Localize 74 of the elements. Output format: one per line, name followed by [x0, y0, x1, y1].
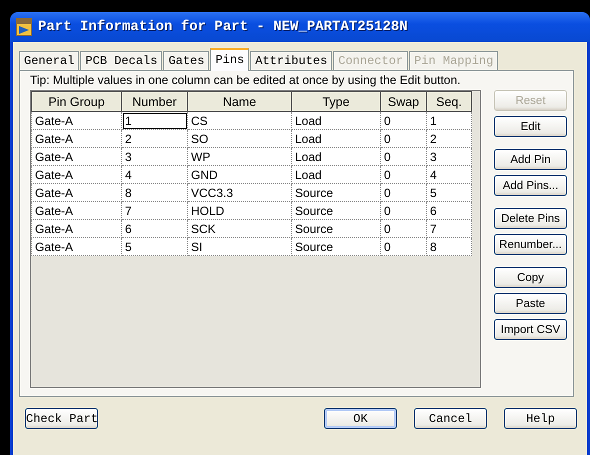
table-cell[interactable]: Gate-A	[32, 130, 122, 148]
table-cell[interactable]: 1	[122, 112, 188, 130]
table-cell[interactable]: SI	[188, 238, 292, 256]
table-cell[interactable]: 1	[426, 112, 472, 130]
table-cell[interactable]: 4	[426, 166, 472, 184]
table-cell[interactable]: HOLD	[188, 202, 292, 220]
table-cell[interactable]: 8	[426, 238, 472, 256]
table-cell[interactable]: 3	[122, 148, 188, 166]
table-cell[interactable]: Gate-A	[32, 238, 122, 256]
action-button[interactable]: Import CSV	[494, 319, 567, 340]
table-cell[interactable]: VCC3.3	[188, 184, 292, 202]
tip-text: Tip: Multiple values in one column can be edited at once by using the Edit button.	[30, 73, 462, 87]
table-cell[interactable]: Load	[292, 166, 380, 184]
table-cell[interactable]: 0	[380, 184, 426, 202]
table-cell[interactable]: 0	[380, 112, 426, 130]
table-cell[interactable]: 0	[380, 148, 426, 166]
table-cell[interactable]: 5	[122, 238, 188, 256]
column-header[interactable]: Type	[292, 92, 380, 112]
column-header[interactable]: Pin Group	[32, 92, 122, 112]
action-button[interactable]: Add Pins...	[494, 175, 567, 196]
table-cell[interactable]: 3	[426, 148, 472, 166]
column-header[interactable]: Swap	[380, 92, 426, 112]
table-cell[interactable]: Gate-A	[32, 112, 122, 130]
column-header[interactable]: Name	[188, 92, 292, 112]
table-cell[interactable]: 0	[380, 130, 426, 148]
table-cell[interactable]: 2	[122, 130, 188, 148]
action-button[interactable]: Delete Pins	[494, 208, 567, 229]
table-cell[interactable]: Source	[292, 184, 380, 202]
table-cell[interactable]: Gate-A	[32, 166, 122, 184]
table-cell[interactable]: 0	[380, 220, 426, 238]
table-cell[interactable]: SCK	[188, 220, 292, 238]
table-cell[interactable]: 0	[380, 166, 426, 184]
action-button[interactable]: Copy	[494, 267, 567, 288]
column-header[interactable]: Seq.	[426, 92, 472, 112]
table-cell[interactable]: Gate-A	[32, 148, 122, 166]
table-cell[interactable]: 4	[122, 166, 188, 184]
table-cell[interactable]: Source	[292, 202, 380, 220]
table-cell[interactable]: 8	[122, 184, 188, 202]
action-button[interactable]: Edit	[494, 116, 567, 137]
table-cell[interactable]: 0	[380, 238, 426, 256]
table-cell[interactable]: 7	[426, 220, 472, 238]
table-cell[interactable]: Load	[292, 148, 380, 166]
dialog-button[interactable]: OK	[324, 408, 397, 429]
action-button[interactable]: Add Pin	[494, 149, 567, 170]
table-cell[interactable]: GND	[188, 166, 292, 184]
check-part-button[interactable]: Check Part	[25, 408, 98, 429]
table-cell[interactable]: WP	[188, 148, 292, 166]
table-cell[interactable]: 5	[426, 184, 472, 202]
action-button[interactable]: Renumber...	[494, 234, 567, 255]
table-cell[interactable]: SO	[188, 130, 292, 148]
table-cell[interactable]: Source	[292, 220, 380, 238]
tab[interactable]: Pins	[210, 48, 250, 71]
table-cell[interactable]: Load	[292, 130, 380, 148]
table-cell[interactable]: Gate-A	[32, 184, 122, 202]
app-icon	[16, 18, 32, 36]
tab[interactable]: PCB Decals	[80, 51, 162, 70]
table-cell[interactable]: 0	[380, 202, 426, 220]
tab[interactable]: Attributes	[250, 51, 332, 70]
table-cell[interactable]: CS	[188, 112, 292, 130]
dialog-button[interactable]: Cancel	[414, 408, 487, 429]
window-title: Part Information for Part - NEW_PARTAT25128N	[38, 19, 408, 35]
tab[interactable]: Gates	[163, 51, 210, 70]
table-cell[interactable]: Gate-A	[32, 202, 122, 220]
table-cell[interactable]: Gate-A	[32, 220, 122, 238]
dialog-button[interactable]: Help	[504, 408, 577, 429]
column-header[interactable]: Number	[122, 92, 188, 112]
table-cell[interactable]: 7	[122, 202, 188, 220]
table-cell[interactable]: 6	[426, 202, 472, 220]
action-button[interactable]: Paste	[494, 293, 567, 314]
table-cell[interactable]: 6	[122, 220, 188, 238]
table-cell[interactable]: Load	[292, 112, 380, 130]
table-cell[interactable]: Source	[292, 238, 380, 256]
table-cell[interactable]: 2	[426, 130, 472, 148]
tab[interactable]: General	[19, 51, 80, 70]
